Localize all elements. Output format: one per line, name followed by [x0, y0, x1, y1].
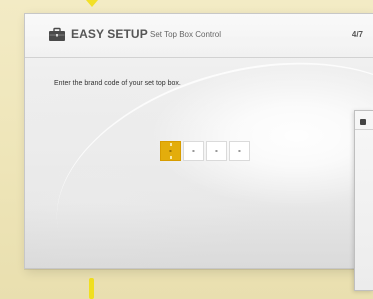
setup-panel: EASY SETUP Set Top Box Control 4/7 Enter… — [24, 13, 373, 269]
bottom-connector — [89, 278, 94, 299]
code-digit-3[interactable]: - — [206, 141, 227, 161]
page-subtitle: Set Top Box Control — [150, 30, 222, 39]
preview-divider — [355, 129, 373, 130]
code-digit-4[interactable]: - — [229, 141, 250, 161]
next-step-preview — [354, 110, 373, 291]
brand-code-input[interactable]: - - - - — [160, 141, 250, 161]
page-title: EASY SETUP — [71, 27, 148, 41]
toolbox-icon — [48, 27, 66, 42]
code-digit-2[interactable]: - — [183, 141, 204, 161]
preview-marker — [360, 119, 366, 125]
code-digit-1[interactable]: - — [160, 141, 181, 161]
step-indicator: 4/7 — [351, 30, 363, 39]
instruction-text: Enter the brand code of your set top box… — [54, 80, 181, 87]
setup-header: EASY SETUP Set Top Box Control 4/7 — [25, 14, 373, 58]
